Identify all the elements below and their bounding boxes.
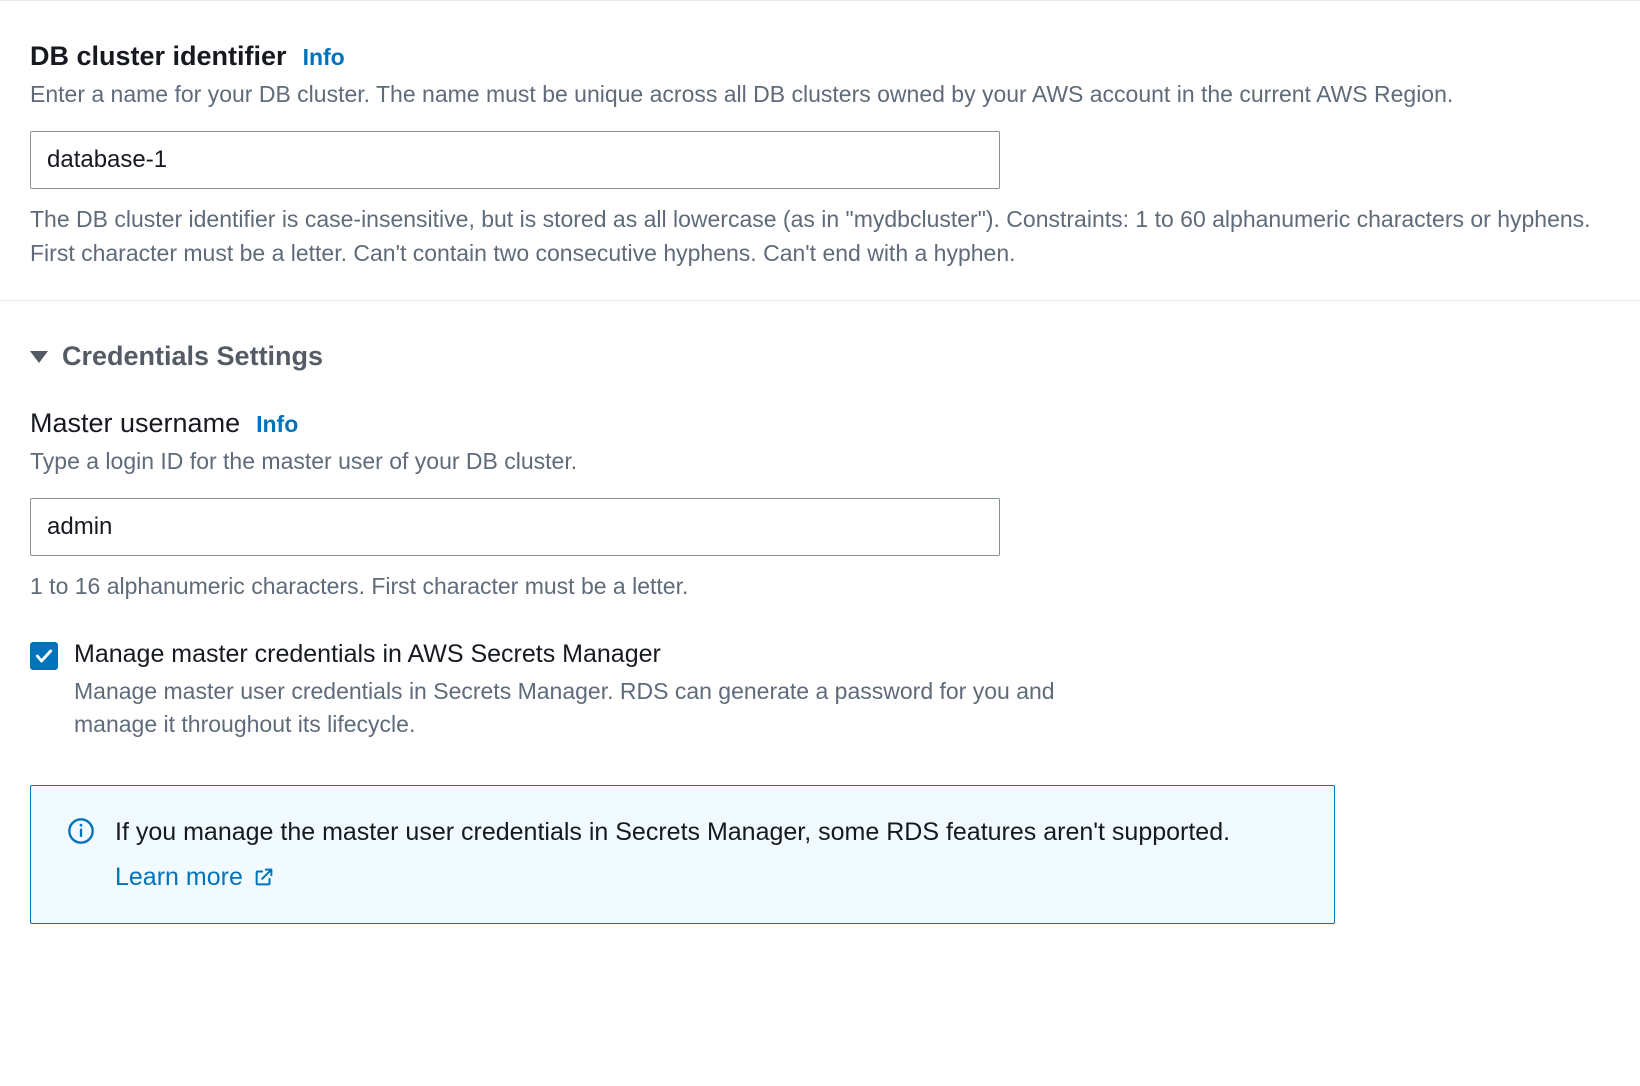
alert-body: If you manage the master user credential… [115, 814, 1298, 895]
secrets-manager-option: Manage master credentials in AWS Secrets… [30, 640, 1610, 742]
secrets-manager-alert: If you manage the master user credential… [30, 785, 1335, 924]
section-credentials: Credentials Settings Master username Inf… [0, 301, 1640, 954]
master-username-label: Master username [30, 408, 240, 439]
credentials-title: Credentials Settings [62, 341, 323, 372]
secrets-manager-description: Manage master user credentials in Secret… [74, 675, 1094, 742]
master-username-description: Type a login ID for the master user of y… [30, 445, 1610, 478]
master-username-constraint: 1 to 16 alphanumeric characters. First c… [30, 570, 1610, 603]
caret-down-icon [30, 351, 48, 363]
secrets-manager-checkbox[interactable] [30, 642, 58, 670]
learn-more-text: Learn more [115, 859, 243, 895]
cluster-id-input[interactable] [30, 131, 1000, 189]
learn-more-link[interactable]: Learn more [115, 859, 1298, 895]
alert-message: If you manage the master user credential… [115, 814, 1298, 850]
cluster-id-info-link[interactable]: Info [303, 44, 345, 71]
credentials-toggle[interactable]: Credentials Settings [30, 341, 1610, 372]
external-link-icon [253, 866, 275, 888]
info-icon [67, 817, 95, 845]
cluster-id-constraint: The DB cluster identifier is case-insens… [30, 203, 1610, 270]
master-username-input[interactable] [30, 498, 1000, 556]
cluster-id-label: DB cluster identifier [30, 41, 287, 72]
secrets-manager-label: Manage master credentials in AWS Secrets… [74, 640, 1610, 669]
master-username-info-link[interactable]: Info [256, 411, 298, 438]
field-label-row: DB cluster identifier Info [30, 41, 1610, 72]
checkbox-body: Manage master credentials in AWS Secrets… [74, 640, 1610, 742]
cluster-id-description: Enter a name for your DB cluster. The na… [30, 78, 1610, 111]
check-icon [34, 646, 54, 666]
form-page: DB cluster identifier Info Enter a name … [0, 0, 1640, 1086]
field-label-row: Master username Info [30, 408, 1610, 439]
section-cluster-identifier: DB cluster identifier Info Enter a name … [0, 1, 1640, 300]
